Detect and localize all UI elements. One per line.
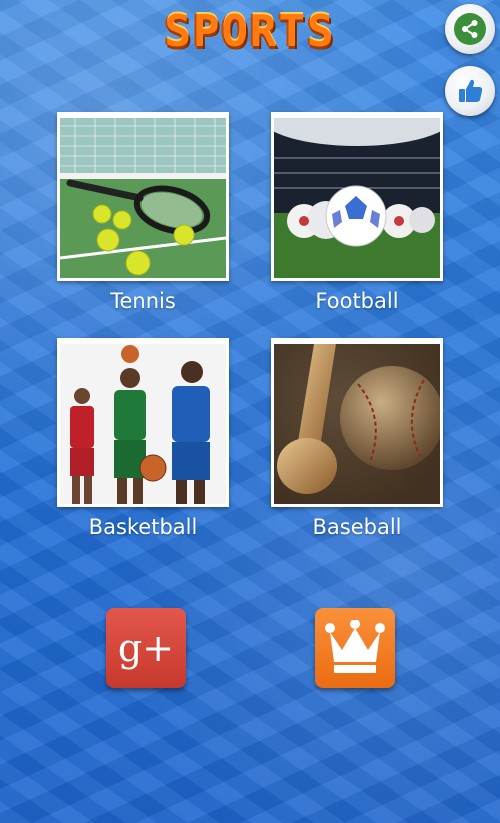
category-label-football: Football: [315, 289, 399, 313]
baseball-image: [274, 344, 440, 504]
share-icon: [454, 13, 486, 45]
tennis-image: [60, 118, 226, 278]
football-image: [274, 118, 440, 278]
thumbs-up-icon: [459, 79, 483, 102]
like-button[interactable]: [445, 66, 495, 116]
share-button[interactable]: [445, 4, 495, 54]
crown-button[interactable]: [315, 608, 395, 688]
category-tile-baseball[interactable]: [271, 338, 443, 507]
category-tile-tennis[interactable]: [57, 112, 229, 281]
google-plus-button[interactable]: g+: [106, 608, 186, 688]
google-plus-icon: g+: [117, 626, 175, 670]
category-label-basketball: Basketball: [88, 515, 198, 539]
category-label-baseball: Baseball: [312, 515, 402, 539]
basketball-image: [60, 344, 226, 504]
category-tile-basketball[interactable]: [57, 338, 229, 507]
category-tile-football[interactable]: [271, 112, 443, 281]
crown-icon: [325, 620, 385, 673]
app-title: SPORTS: [164, 6, 336, 57]
category-label-tennis: Tennis: [110, 289, 176, 313]
